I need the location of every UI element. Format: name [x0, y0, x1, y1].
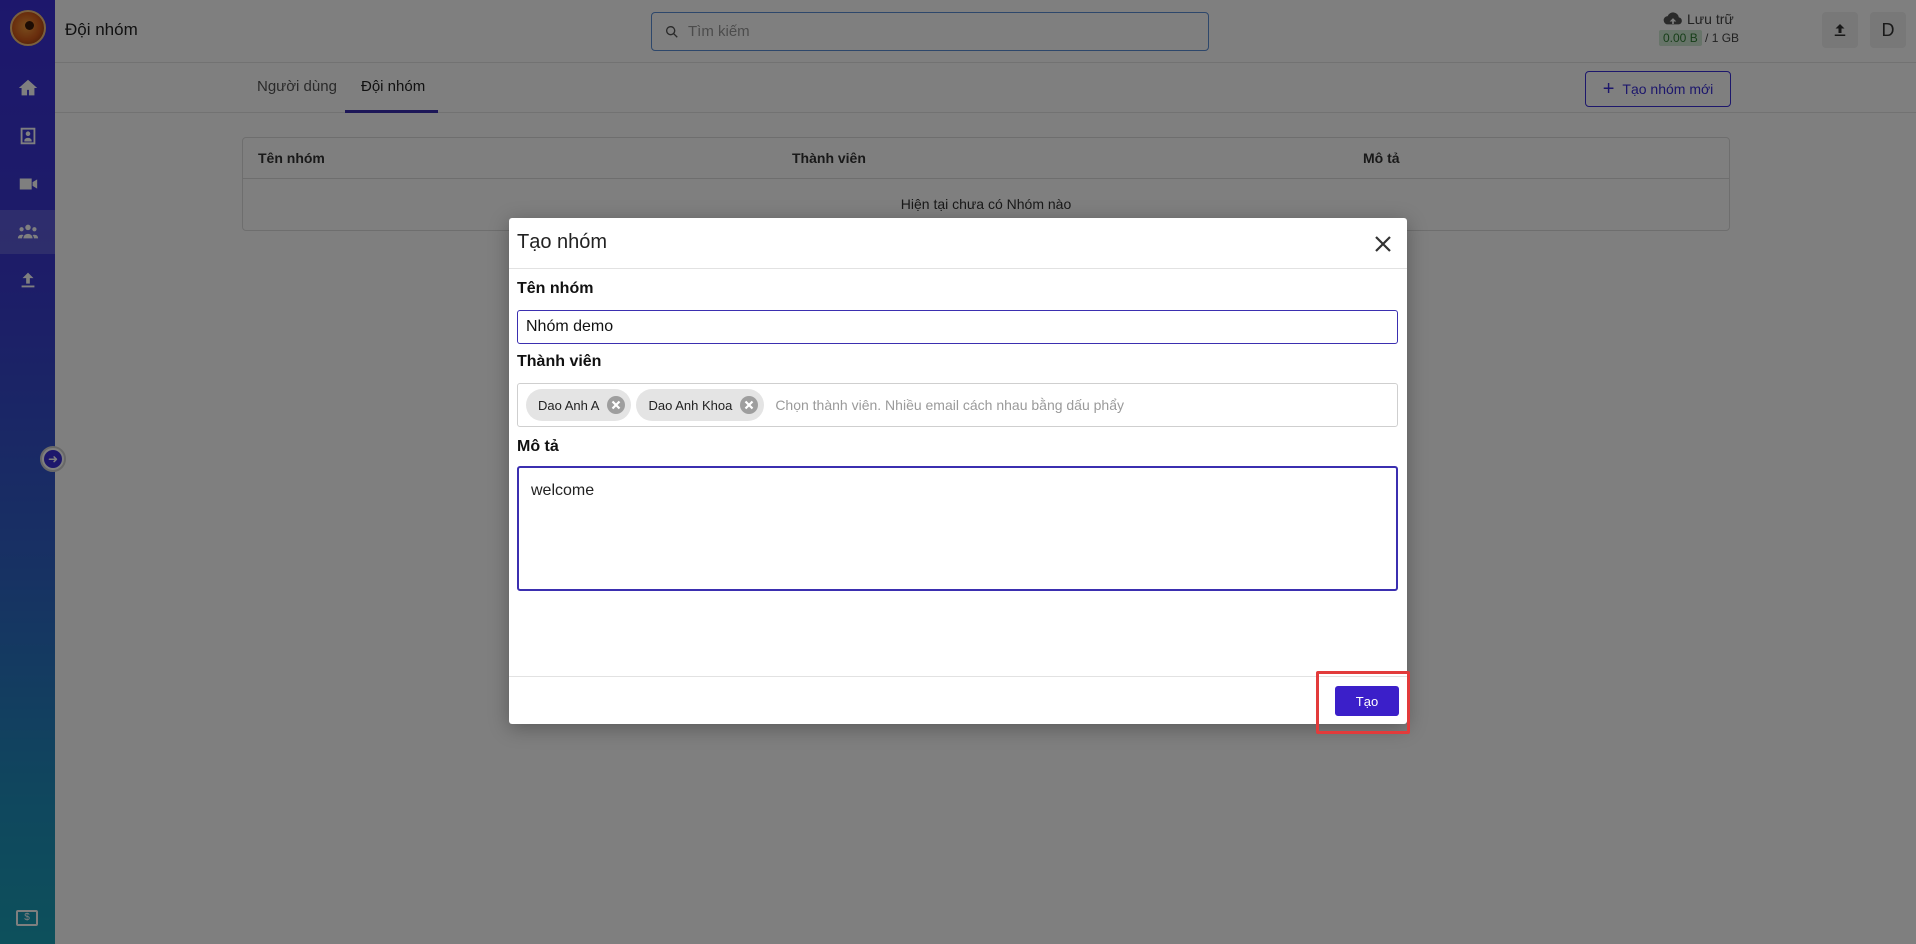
members-input[interactable]: [775, 397, 1276, 413]
member-chip: Dao Anh Khoa: [636, 389, 765, 421]
remove-member-button[interactable]: [607, 396, 626, 414]
member-chip-label: Dao Anh A: [538, 397, 600, 413]
close-button[interactable]: [1371, 232, 1395, 256]
group-name-label: Tên nhóm: [517, 280, 594, 297]
members-field[interactable]: Dao Anh A Dao Anh Khoa: [517, 383, 1398, 427]
highlight-annotation: [1316, 671, 1410, 734]
member-chip: Dao Anh A: [526, 389, 632, 421]
description-textarea[interactable]: welcome: [517, 466, 1398, 591]
remove-member-button[interactable]: [740, 396, 759, 414]
create-group-dialog: Tạo nhóm Tên nhóm Thành viên Dao Anh A D…: [509, 218, 1407, 724]
dialog-title: Tạo nhóm: [517, 231, 608, 253]
dialog-footer-divider: [509, 676, 1407, 677]
description-label: Mô tả: [517, 438, 559, 455]
group-name-input[interactable]: [517, 310, 1398, 344]
close-icon: [745, 400, 754, 410]
member-chip-label: Dao Anh Khoa: [648, 397, 733, 413]
members-label: Thành viên: [517, 353, 602, 370]
close-icon: [1375, 236, 1391, 252]
dialog-header: Tạo nhóm: [509, 218, 1407, 269]
close-icon: [612, 400, 621, 410]
